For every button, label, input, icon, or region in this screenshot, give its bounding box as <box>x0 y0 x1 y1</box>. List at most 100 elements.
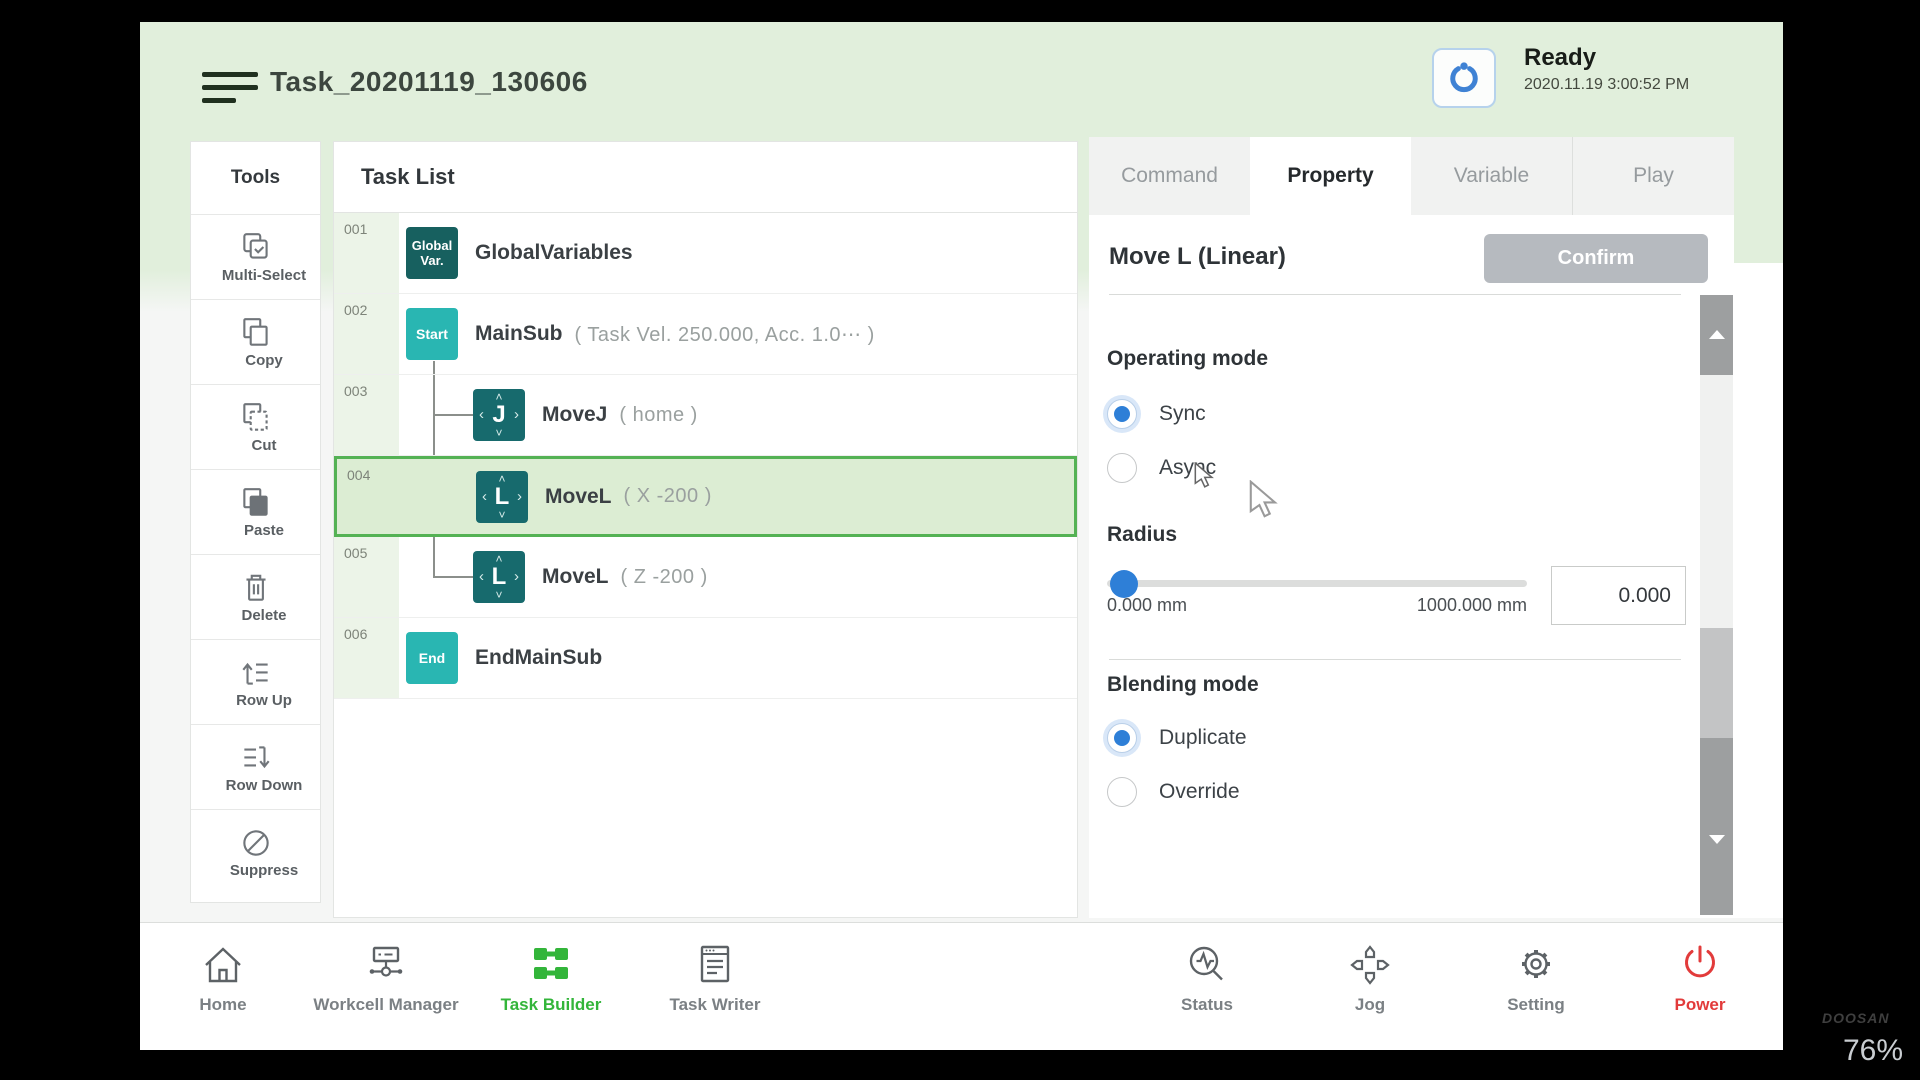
robot-state: Ready <box>1524 44 1596 72</box>
row-up-icon <box>238 656 274 690</box>
task-list-panel: Task List 001 GlobalVar. GlobalVariables… <box>333 141 1078 918</box>
row-number: 005 <box>334 537 399 617</box>
tab-command[interactable]: Command <box>1089 137 1250 215</box>
tools-title: Tools <box>191 142 320 215</box>
radius-slider-track[interactable] <box>1107 580 1527 587</box>
row-label: MainSub <box>475 322 563 346</box>
radio-unselected-icon[interactable] <box>1107 777 1137 807</box>
operating-mode-label: Operating mode <box>1107 347 1268 371</box>
nav-task-writer[interactable]: Task Writer <box>630 923 800 1050</box>
task-writer-icon <box>691 941 739 989</box>
tools-panel: Tools Multi-Select Copy Cut <box>190 141 321 903</box>
menu-hamburger-icon[interactable] <box>202 72 262 108</box>
setting-icon <box>1512 941 1560 989</box>
delete-icon <box>238 571 274 605</box>
tool-suppress[interactable]: Suppress <box>191 810 320 895</box>
nav-home[interactable]: Home <box>140 923 308 1050</box>
tool-label: Delete <box>241 607 286 624</box>
home-icon <box>199 941 247 989</box>
radius-value-input[interactable] <box>1551 566 1686 625</box>
teach-pendant-screen: Task_20201119_130606 Ready 2020.11.19 3:… <box>140 22 1783 1050</box>
row-label: MoveL <box>545 485 612 509</box>
power-icon <box>1676 941 1724 989</box>
nav-workcell-manager[interactable]: Workcell Manager <box>301 923 471 1050</box>
scrollbar-segment[interactable] <box>1700 628 1733 738</box>
radio-unselected-icon[interactable] <box>1107 453 1137 483</box>
status-timestamp: 2020.11.19 3:00:52 PM <box>1524 76 1689 94</box>
row-number: 003 <box>334 375 399 455</box>
cut-icon <box>238 401 274 435</box>
confirm-button[interactable]: Confirm <box>1484 234 1708 283</box>
workcell-manager-icon <box>362 941 410 989</box>
task-row-globalvariables[interactable]: 001 GlobalVar. GlobalVariables <box>334 213 1077 294</box>
nav-status[interactable]: Status <box>1122 923 1292 1050</box>
task-list-title: Task List <box>334 142 1077 213</box>
global-variables-badge: GlobalVar. <box>406 227 458 279</box>
tool-label: Copy <box>245 352 283 369</box>
scrollbar-track[interactable] <box>1700 295 1733 915</box>
scroll-down-icon[interactable] <box>1709 835 1725 844</box>
tab-variable[interactable]: Variable <box>1411 137 1572 215</box>
suppress-icon <box>238 826 274 860</box>
start-badge: Start <box>406 308 458 360</box>
end-badge: End <box>406 632 458 684</box>
movej-badge: ˄˅‹› J <box>473 389 525 441</box>
tab-property[interactable]: Property <box>1250 137 1411 215</box>
divider <box>1109 294 1681 295</box>
radio-sync[interactable]: Sync <box>1107 399 1206 429</box>
slider-min-label: 0.000 mm <box>1107 595 1187 616</box>
tool-label: Row Up <box>236 692 292 709</box>
tool-row-down[interactable]: Row Down <box>191 725 320 810</box>
row-number: 001 <box>334 213 399 293</box>
scroll-up-icon[interactable] <box>1709 330 1725 339</box>
tool-label: Cut <box>252 437 277 454</box>
radio-override[interactable]: Override <box>1107 777 1240 807</box>
task-row-movel-selected[interactable]: 004 ˄˅‹› L MoveL ( X -200 ) <box>334 456 1077 537</box>
tool-delete[interactable]: Delete <box>191 555 320 640</box>
tool-copy[interactable]: Copy <box>191 300 320 385</box>
tool-label: Multi-Select <box>222 267 306 284</box>
movel-badge: ˄˅‹› L <box>473 551 525 603</box>
scrollbar-thumb-bottom[interactable] <box>1700 738 1733 915</box>
task-row-mainsub[interactable]: 002 Start MainSub ( Task Vel. 250.000, A… <box>334 294 1077 375</box>
tool-multi-select[interactable]: Multi-Select <box>191 215 320 300</box>
task-row-endmainsub[interactable]: 006 End EndMainSub <box>334 618 1077 699</box>
nav-power[interactable]: Power <box>1615 923 1783 1050</box>
page-title: Task_20201119_130606 <box>270 66 588 98</box>
radio-selected-icon[interactable] <box>1107 723 1137 753</box>
scrollbar-thumb[interactable] <box>1700 295 1733 375</box>
task-row-movej[interactable]: 003 ˄˅‹› J MoveJ ( home ) <box>334 375 1077 456</box>
tool-paste[interactable]: Paste <box>191 470 320 555</box>
tool-row-up[interactable]: Row Up <box>191 640 320 725</box>
task-builder-icon <box>527 941 575 989</box>
tool-cut[interactable]: Cut <box>191 385 320 470</box>
command-title: Move L (Linear) <box>1109 243 1286 271</box>
jog-icon <box>1346 941 1394 989</box>
multi-select-icon <box>238 231 274 265</box>
nav-jog[interactable]: Jog <box>1285 923 1455 1050</box>
mouse-cursor-large <box>1246 480 1278 523</box>
row-label: EndMainSub <box>475 646 602 670</box>
nav-setting[interactable]: Setting <box>1451 923 1621 1050</box>
main-nav-bar: Home Workcell Manager T <box>140 922 1783 1050</box>
radio-selected-icon[interactable] <box>1107 399 1137 429</box>
nav-task-builder[interactable]: Task Builder <box>466 923 636 1050</box>
header-band-corner <box>1734 215 1783 263</box>
row-params: ( Task Vel. 250.000, Acc. 1.0⋯ ) <box>575 322 875 347</box>
zoom-level-indicator: 76% <box>1843 1034 1903 1068</box>
tool-label: Paste <box>244 522 284 539</box>
row-number: 004 <box>337 459 402 534</box>
tab-play[interactable]: Play <box>1572 137 1734 215</box>
task-row-movel-2[interactable]: 005 ˄˅‹› L MoveL ( Z -200 ) <box>334 537 1077 618</box>
radius-slider-thumb[interactable] <box>1110 570 1138 598</box>
radio-duplicate[interactable]: Duplicate <box>1107 723 1247 753</box>
robot-status-button[interactable] <box>1432 48 1496 108</box>
blending-mode-label: Blending mode <box>1107 673 1259 697</box>
property-panel: Move L (Linear) Confirm Operating mode S… <box>1089 215 1783 918</box>
copy-icon <box>238 316 274 350</box>
row-label: MoveL <box>542 565 609 589</box>
row-down-icon <box>238 741 274 775</box>
slider-max-label: 1000.000 mm <box>1377 595 1527 616</box>
row-label: MoveJ <box>542 403 607 427</box>
property-tab-bar: Command Property Variable Play <box>1089 137 1734 215</box>
